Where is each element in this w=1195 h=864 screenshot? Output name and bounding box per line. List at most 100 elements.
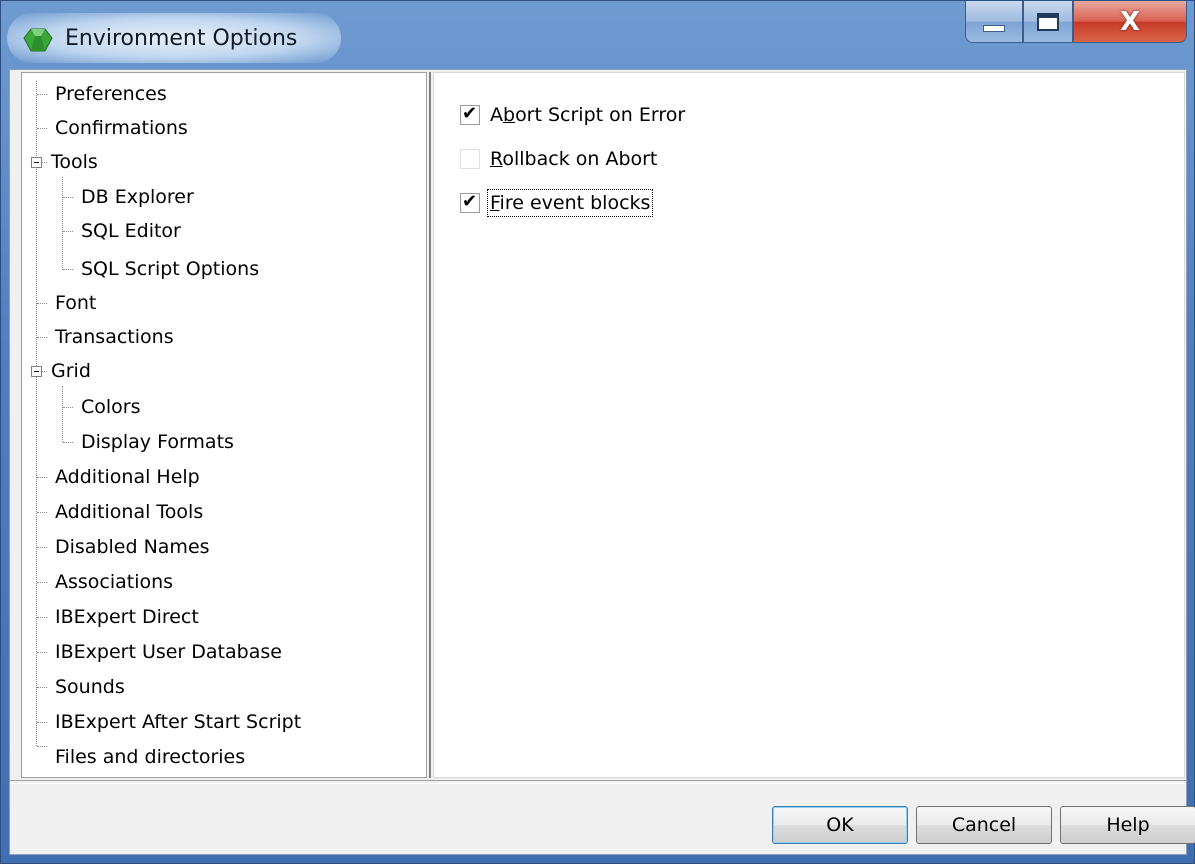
tree-item-sql-editor[interactable]: SQL Editor [81,216,181,246]
tree-item-additional-tools[interactable]: Additional Tools [55,497,203,527]
tree-branch-line [37,477,47,478]
fire-event-blocks-label[interactable]: Fire event blocks [486,189,654,217]
tree-branch-line [63,407,73,408]
tree-branch-line [42,371,47,372]
label-accelerator: F [490,192,500,214]
dialog-client-area: Preferences Confirmations Tools DB Explo… [9,69,1195,855]
tree-branch-line [37,582,47,583]
grid-collapse-toggle[interactable] [31,366,42,377]
tree-branch-line [37,303,47,304]
tree-item-disabled-names[interactable]: Disabled Names [55,532,210,562]
label-accelerator: b [503,104,516,126]
tree-item-label: Additional Tools [55,501,204,523]
ok-button[interactable]: OK [772,806,908,844]
tree-item-label: Additional Help [55,466,200,488]
tree-item-label: DB Explorer [81,186,194,208]
tree-item-label: Disabled Names [55,536,210,558]
options-tree[interactable]: Preferences Confirmations Tools DB Explo… [21,72,427,778]
tree-branch-line [37,722,47,723]
label-rest: ire event blocks [499,192,651,214]
minimize-icon [983,25,1005,32]
tree-item-label: Confirmations [55,117,188,139]
tools-collapse-toggle[interactable] [31,157,42,168]
tree-item-additional-help[interactable]: Additional Help [55,462,200,492]
options-panel: Abort Script on Error Rollback on Abort … [433,72,1185,778]
tree-branch-line [37,94,47,95]
label-accelerator: R [490,148,503,170]
tree-branch-line [37,652,47,653]
tree-item-label: Associations [55,571,174,593]
title-bar[interactable]: Environment Options X [1,1,1194,69]
tree-item-label: Preferences [55,83,167,105]
abort-script-on-error-checkbox[interactable] [460,103,480,125]
tree-item-label: IBExpert After Start Script [55,711,302,733]
tree-item-db-explorer[interactable]: DB Explorer [81,182,194,212]
maximize-icon [1037,12,1059,31]
tree-item-label: Sounds [55,676,125,698]
tree-item-sql-script-options[interactable]: SQL Script Options [81,254,259,284]
tree-item-transactions[interactable]: Transactions [55,322,174,352]
tree-branch-line [37,128,47,129]
tree-branch-line [37,512,47,513]
cancel-button[interactable]: Cancel [916,806,1052,844]
tree-item-label: Display Formats [81,431,234,453]
fire-event-blocks-checkbox[interactable] [460,191,480,213]
tree-branch-line [37,746,47,747]
tree-item-label: Files and directories [55,746,246,768]
tree-item-confirmations[interactable]: Confirmations [55,113,188,143]
rollback-on-abort-option[interactable]: Rollback on Abort [460,143,659,175]
abort-script-on-error-label[interactable]: Abort Script on Error [488,102,687,128]
tree-branch-line [63,442,73,443]
tree-item-label: Grid [51,360,91,382]
tree-item-files-and-directories[interactable]: Files and directories [55,742,245,772]
tree-item-ibexpert-user-database[interactable]: IBExpert User Database [55,637,282,667]
tree-branch-line [63,269,73,270]
tree-item-label: IBExpert User Database [55,641,282,663]
panel-splitter-line [429,72,431,778]
tree-item-label: Tools [51,151,98,173]
tree-item-grid[interactable]: Grid [51,356,91,386]
label-rest: ort Script on Error [515,104,686,126]
tree-item-tools[interactable]: Tools [51,147,98,177]
tree-item-label: Colors [81,396,141,418]
tree-branch-line [37,547,47,548]
rollback-on-abort-label[interactable]: Rollback on Abort [488,146,659,172]
caption-buttons: X [965,1,1187,45]
tree-item-label: Transactions [55,326,174,348]
fire-event-blocks-option[interactable]: Fire event blocks [460,187,654,219]
tree-item-label: SQL Script Options [81,258,260,280]
tree-item-sounds[interactable]: Sounds [55,672,125,702]
window-title: Environment Options [65,26,298,51]
tools-children-line [62,177,63,270]
tree-item-associations[interactable]: Associations [55,567,173,597]
tree-item-display-formats[interactable]: Display Formats [81,427,234,457]
tree-item-label: SQL Editor [81,220,181,242]
rollback-on-abort-checkbox[interactable] [460,149,480,169]
tree-branch-line [42,162,47,163]
green-gem-icon [23,28,53,52]
tree-item-label: IBExpert Direct [55,606,199,628]
tree-branch-line [37,337,47,338]
environment-options-window: Environment Options X Preferences Confir… [0,0,1195,864]
tree-root-line [36,81,37,746]
maximize-button[interactable] [1023,1,1073,43]
tree-item-ibexpert-direct[interactable]: IBExpert Direct [55,602,199,632]
close-button[interactable]: X [1073,1,1187,43]
tree-branch-line [37,687,47,688]
tree-item-label: Font [55,292,97,314]
label-rest: ollback on Abort [502,148,658,170]
close-icon: X [1119,6,1141,37]
tree-item-ibexpert-after-start-script[interactable]: IBExpert After Start Script [55,707,301,737]
tree-item-font[interactable]: Font [55,288,96,318]
minimize-button[interactable] [965,1,1023,43]
abort-script-on-error-option[interactable]: Abort Script on Error [460,99,687,131]
tree-branch-line [37,617,47,618]
button-bar-separator [10,780,1186,784]
tree-item-preferences[interactable]: Preferences [55,79,167,109]
grid-children-line [62,386,63,442]
help-button[interactable]: Help [1060,806,1195,844]
tree-item-colors[interactable]: Colors [81,392,141,422]
tree-branch-line [63,197,73,198]
tree-branch-line [63,231,73,232]
label-prefix: A [490,104,503,126]
